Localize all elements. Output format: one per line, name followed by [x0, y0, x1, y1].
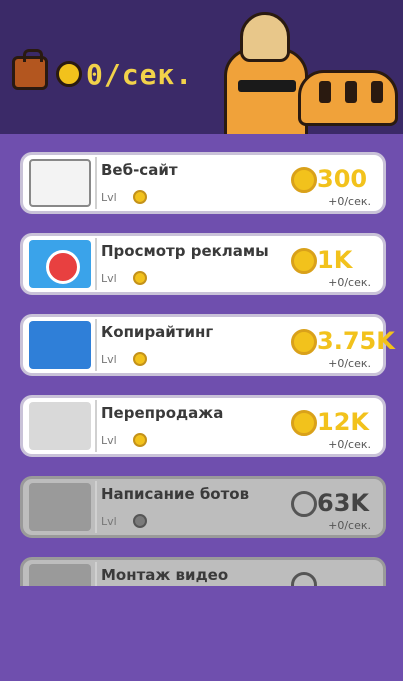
- upgrade-earn: +0/сек.: [328, 276, 371, 289]
- upgrade-level: Lvl: [101, 191, 117, 204]
- level-coin-icon: [133, 433, 147, 447]
- card-divider: [95, 238, 97, 290]
- card-divider: [95, 562, 97, 586]
- price-coin-icon: [291, 410, 317, 436]
- card-divider: [95, 157, 97, 209]
- level-coin-icon: [133, 271, 147, 285]
- upgrade-price: 3.75K: [317, 327, 395, 355]
- upgrade-level: Lvl: [101, 353, 117, 366]
- price-coin-icon: [291, 329, 317, 355]
- upgrade-title: Монтаж видео: [101, 566, 229, 584]
- upgrade-earn: +0/сек.: [328, 357, 371, 370]
- grandpa-character: [218, 10, 308, 134]
- upgrade-price: 1K: [317, 246, 353, 274]
- price-coin-icon: [291, 572, 317, 586]
- sunglasses-icon: [238, 80, 296, 92]
- bag-icon: [12, 49, 48, 90]
- upgrade-level: Lvl: [101, 272, 117, 285]
- card-divider: [95, 319, 97, 371]
- upgrade-card-bots[interactable]: Написание ботов Lvl 63K +0/сек.: [20, 476, 386, 538]
- upgrade-earn: +0/сек.: [328, 438, 371, 451]
- upgrade-title: Написание ботов: [101, 485, 250, 503]
- upgrade-price: 12K: [317, 408, 369, 436]
- ad-play-icon: [29, 240, 91, 288]
- robot-icon: [29, 483, 91, 531]
- card-divider: [95, 481, 97, 533]
- price-coin-icon: [291, 248, 317, 274]
- upgrade-card-website[interactable]: Веб-сайт Lvl 300 +0/сек.: [20, 152, 386, 214]
- bread-loaf-icon: [298, 70, 398, 126]
- bottom-area: [0, 586, 403, 681]
- upgrade-list[interactable]: Веб-сайт Lvl 300 +0/сек. Просмотр реклам…: [0, 134, 403, 586]
- top-bar: 0/сек.: [0, 0, 403, 134]
- upgrade-earn: +0/сек.: [328, 519, 371, 532]
- upgrade-title: Просмотр рекламы: [101, 242, 269, 260]
- upgrade-earn: +0/сек.: [328, 195, 371, 208]
- upgrade-title: Веб-сайт: [101, 161, 178, 179]
- card-divider: [95, 400, 97, 452]
- price-coin-icon: [291, 491, 317, 517]
- upgrade-level: Lvl: [101, 434, 117, 447]
- upgrade-price: 63K: [317, 489, 369, 517]
- upgrade-title: Перепродажа: [101, 404, 224, 422]
- price-coin-icon: [291, 167, 317, 193]
- level-coin-icon: [133, 190, 147, 204]
- grandpa-hair: [240, 12, 290, 62]
- level-coin-icon: [133, 352, 147, 366]
- upgrade-card-copywriting[interactable]: Копирайтинг Lvl 3.75K +0/сек.: [20, 314, 395, 376]
- upgrade-price: 300: [317, 165, 368, 193]
- income-rate: 0/сек.: [86, 58, 194, 91]
- document-icon: [29, 321, 91, 369]
- upgrade-level: Lvl: [101, 515, 117, 528]
- phone-icon: [29, 402, 91, 450]
- browser-icon: [29, 159, 91, 207]
- video-icon: [29, 564, 91, 586]
- upgrade-title: Копирайтинг: [101, 323, 214, 341]
- upgrade-card-resale[interactable]: Перепродажа Lvl 12K +0/сек.: [20, 395, 386, 457]
- coin-icon: [56, 61, 82, 87]
- upgrade-card-ads[interactable]: Просмотр рекламы Lvl 1K +0/сек.: [20, 233, 386, 295]
- level-coin-icon: [133, 514, 147, 528]
- upgrade-card-video[interactable]: Монтаж видео: [20, 557, 386, 586]
